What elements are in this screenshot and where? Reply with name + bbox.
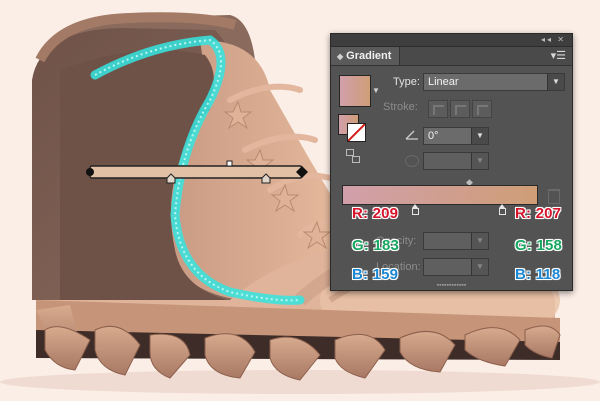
opacity-input[interactable]: ▼	[423, 232, 489, 250]
stroke-none-swatch[interactable]	[347, 123, 366, 142]
stroke-across-button[interactable]	[472, 100, 492, 118]
type-select[interactable]: Linear ▼	[423, 73, 565, 91]
angle-input[interactable]: 0° ▼	[423, 127, 489, 145]
reverse-gradient-icon[interactable]	[346, 149, 360, 163]
fill-stroke-indicator[interactable]	[338, 114, 368, 144]
gradient-swatch[interactable]	[339, 75, 371, 107]
tab-gradient-label: Gradient	[346, 50, 392, 62]
color-stop-left[interactable]	[412, 204, 419, 215]
panel-title-bar[interactable]: ◂◂ ✕	[331, 34, 572, 47]
left-stop-blue-value: B: 159	[352, 266, 399, 283]
aspect-ratio-input[interactable]: ▼	[423, 152, 489, 170]
right-stop-red-value: R: 207	[515, 205, 562, 222]
location-input[interactable]: ▼	[423, 258, 489, 276]
panel-tab-bar: ◆ Gradient ▾☰	[331, 47, 572, 66]
resize-grip-icon[interactable]: ▪▪▪▪▪▪▪▪▪▪▪▪	[331, 282, 572, 289]
stroke-along-button[interactable]	[450, 100, 470, 118]
chevron-down-icon[interactable]: ▼	[471, 259, 488, 275]
panel-menu-icon[interactable]: ▾☰	[551, 50, 566, 62]
chevron-down-icon[interactable]: ▼	[471, 153, 488, 169]
stroke-within-button[interactable]	[428, 100, 448, 118]
chevron-down-icon[interactable]: ▼	[471, 233, 488, 249]
tab-gradient[interactable]: ◆ Gradient	[331, 47, 401, 65]
angle-value: 0°	[428, 130, 439, 142]
type-label: Type:	[393, 76, 420, 88]
right-stop-blue-value: B: 118	[515, 266, 561, 283]
chevron-down-icon[interactable]: ▼	[547, 74, 564, 90]
left-stop-green-value: G: 183	[352, 237, 400, 254]
aspect-ratio-icon	[405, 155, 419, 167]
chevron-down-icon[interactable]: ▼	[372, 86, 380, 95]
tab-expand-icon[interactable]: ◆	[337, 52, 343, 61]
type-select-value: Linear	[428, 76, 459, 88]
gradient-slider[interactable]	[342, 185, 538, 205]
stroke-label: Stroke:	[383, 101, 418, 113]
trash-icon[interactable]	[548, 189, 560, 204]
chevron-down-icon[interactable]: ▼	[471, 128, 488, 144]
right-stop-green-value: G: 158	[515, 237, 563, 254]
color-stop-right[interactable]	[499, 204, 506, 215]
angle-icon	[405, 130, 418, 140]
left-stop-red-value: R: 209	[352, 205, 399, 222]
panel-collapse-close-icons[interactable]: ◂◂ ✕	[541, 34, 566, 46]
